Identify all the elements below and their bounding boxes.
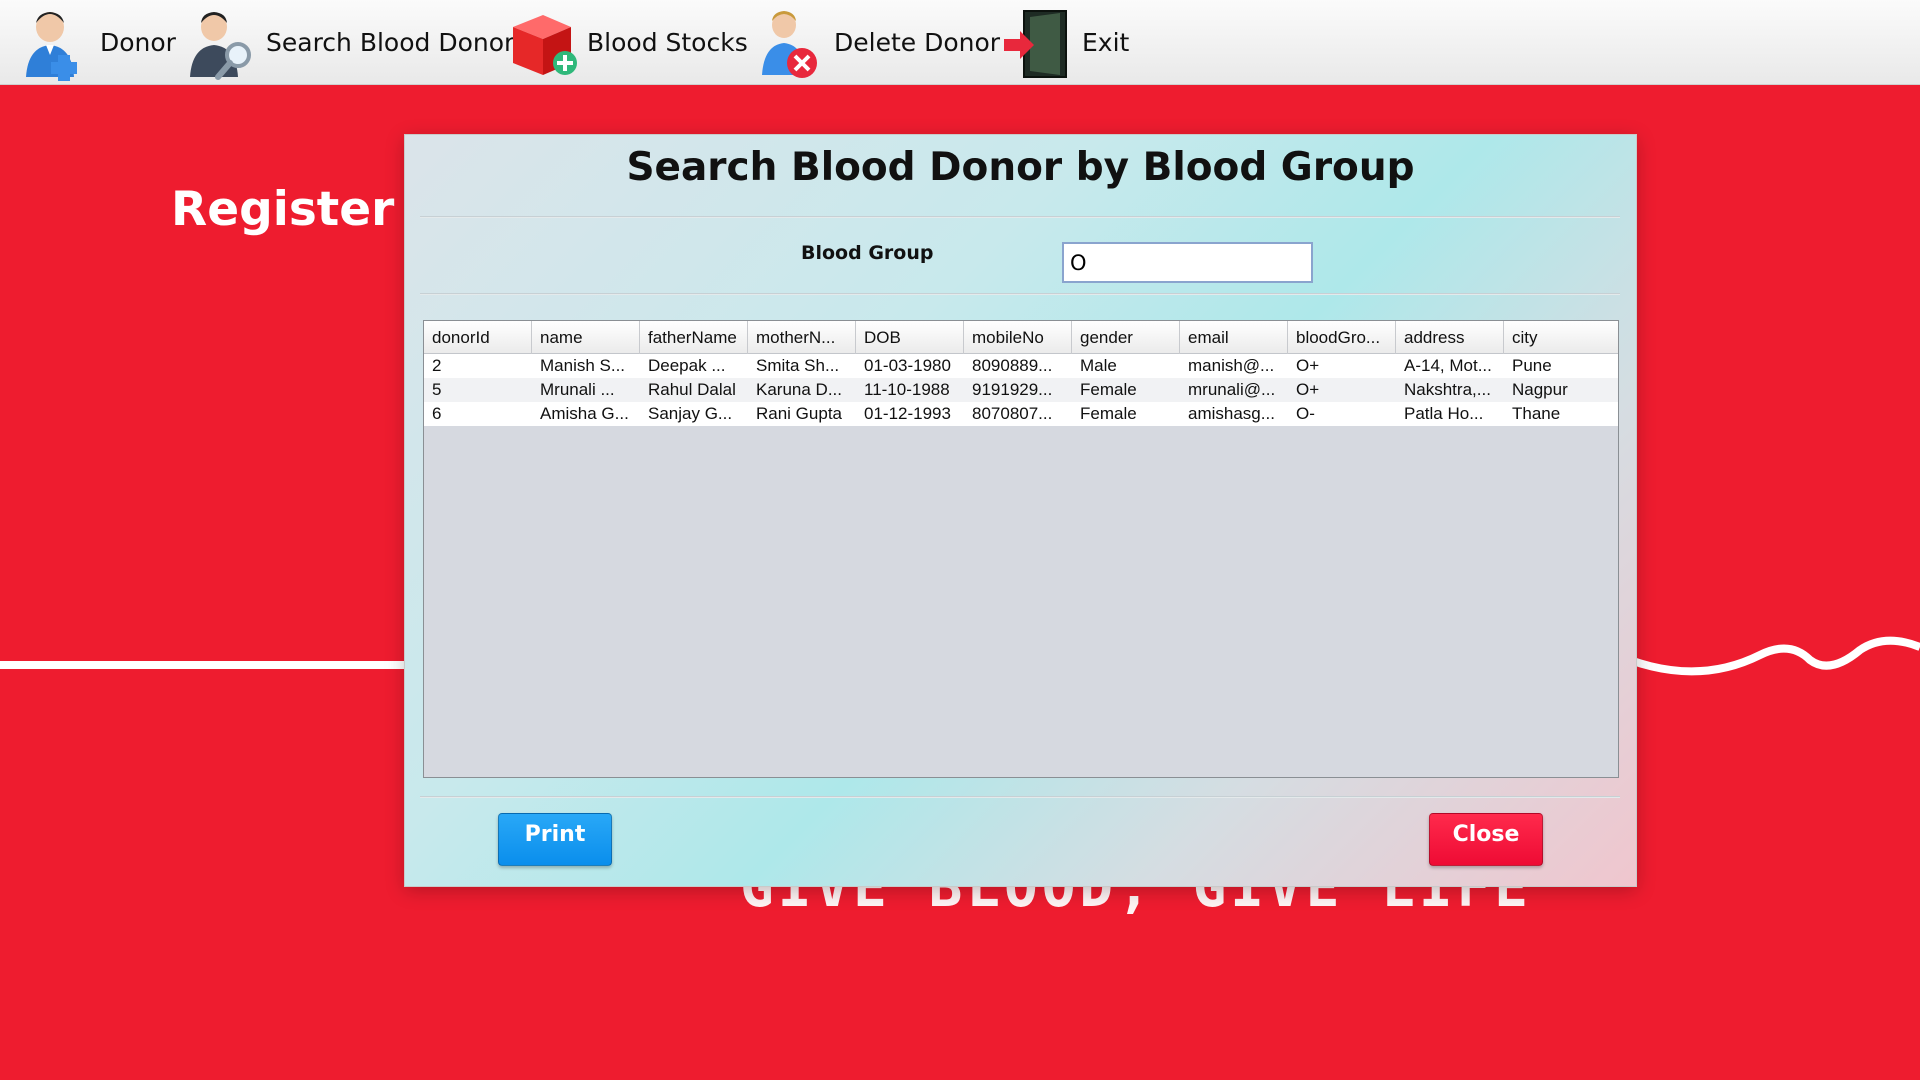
table-header: donorId name fatherName motherN... DOB m… <box>424 321 1618 354</box>
column-header[interactable]: bloodGro... <box>1288 321 1396 354</box>
footer-divider <box>420 796 1620 798</box>
title-divider <box>420 216 1620 218</box>
menu-exit-label: Exit <box>1082 28 1130 57</box>
table-row[interactable]: 6 Amisha G... Sanjay G... Rani Gupta 01-… <box>424 402 1618 426</box>
delete-user-icon <box>762 10 817 78</box>
table-cell: manish@... <box>1188 356 1275 375</box>
menu-exit[interactable]: Exit <box>1000 0 1129 85</box>
menu-blood-stocks-label: Blood Stocks <box>587 28 748 57</box>
table-cell: O+ <box>1296 356 1320 375</box>
print-button[interactable]: Print <box>498 813 612 866</box>
table-cell: Karuna D... <box>756 380 842 399</box>
column-header[interactable]: mobileNo <box>964 321 1072 354</box>
exit-door-icon <box>1004 9 1067 78</box>
main-menubar: Donor Search Blood Donor Blood Stocks De… <box>0 0 1920 85</box>
column-header[interactable]: address <box>1396 321 1504 354</box>
table-cell: 2 <box>432 356 442 375</box>
table-cell: 8070807... <box>972 404 1053 423</box>
menu-search-blood-donor-label: Search Blood Donor <box>266 28 515 57</box>
table-cell: 6 <box>432 404 442 423</box>
column-header[interactable]: DOB <box>856 321 964 354</box>
table-cell: 01-03-1980 <box>864 356 951 375</box>
close-button[interactable]: Close <box>1429 813 1543 866</box>
menu-donor[interactable]: Donor <box>18 0 176 85</box>
menu-delete-donor-label: Delete Donor <box>834 28 1001 57</box>
table-cell: Rahul Dalal <box>648 380 736 399</box>
search-donor-dialog: Search Blood Donor by Blood Group Blood … <box>405 135 1636 886</box>
column-header[interactable]: email <box>1180 321 1288 354</box>
dialog-title: Search Blood Donor by Blood Group <box>626 145 1415 190</box>
column-header[interactable]: gender <box>1072 321 1180 354</box>
table-cell: O- <box>1296 404 1315 423</box>
donor-table[interactable]: donorId name fatherName motherN... DOB m… <box>423 320 1619 778</box>
table-cell: 11-10-1988 <box>864 380 950 399</box>
column-header[interactable]: donorId <box>424 321 532 354</box>
column-header[interactable]: motherN... <box>748 321 856 354</box>
blood-group-label: Blood Group <box>801 242 934 264</box>
table-cell: O+ <box>1296 380 1320 399</box>
table-cell: Pune <box>1512 356 1552 375</box>
column-header[interactable]: city <box>1504 321 1612 354</box>
menu-search-blood-donor[interactable]: Search Blood Donor <box>184 0 514 85</box>
search-user-icon <box>190 11 251 80</box>
table-cell: Patla Ho... <box>1404 404 1484 423</box>
blood-stock-icon <box>513 14 577 75</box>
blood-group-input[interactable] <box>1062 242 1313 283</box>
table-cell: Smita Sh... <box>756 356 840 375</box>
table-cell: Sanjay G... <box>648 404 733 423</box>
table-cell: Amisha G... <box>540 404 629 423</box>
column-header[interactable]: fatherName <box>640 321 748 354</box>
table-cell: Female <box>1080 404 1137 423</box>
table-cell: 5 <box>432 380 442 399</box>
table-cell: amishasg... <box>1188 404 1275 423</box>
table-cell: Male <box>1080 356 1117 375</box>
table-cell: Deepak ... <box>648 356 726 375</box>
menu-donor-label: Donor <box>100 28 176 57</box>
table-row[interactable]: 5 Mrunali ... Rahul Dalal Karuna D... 11… <box>424 378 1618 402</box>
menu-delete-donor[interactable]: Delete Donor <box>752 0 1000 85</box>
table-cell: mrunali@... <box>1188 380 1276 399</box>
column-header[interactable]: name <box>532 321 640 354</box>
add-user-icon <box>26 11 77 81</box>
table-cell: Rani Gupta <box>756 404 842 423</box>
table-cell: A-14, Mot... <box>1404 356 1492 375</box>
table-row[interactable]: 2 Manish S... Deepak ... Smita Sh... 01-… <box>424 354 1618 378</box>
table-cell: Nagpur <box>1512 380 1568 399</box>
table-cell: Mrunali ... <box>540 380 615 399</box>
search-divider <box>420 293 1620 295</box>
table-cell: 9191929... <box>972 380 1053 399</box>
table-cell: Manish S... <box>540 356 626 375</box>
table-cell: Nakshtra,... <box>1404 380 1491 399</box>
menu-blood-stocks[interactable]: Blood Stocks <box>505 0 748 85</box>
table-cell: 8090889... <box>972 356 1053 375</box>
table-cell: 01-12-1993 <box>864 404 951 423</box>
table-cell: Thane <box>1512 404 1561 423</box>
table-cell: Female <box>1080 380 1137 399</box>
